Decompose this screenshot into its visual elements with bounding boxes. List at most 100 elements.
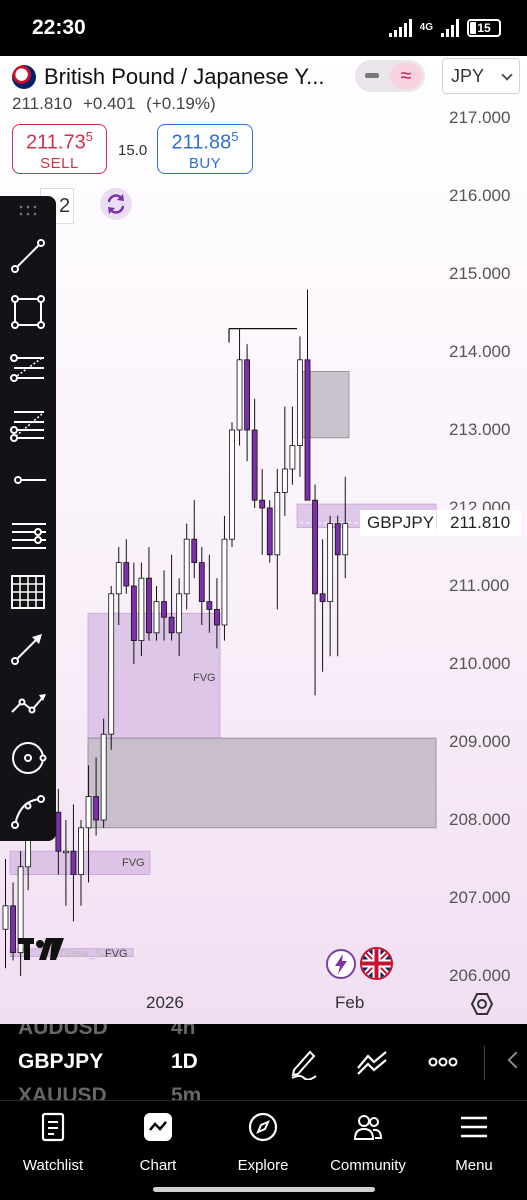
currency-select[interactable]: JPY <box>442 58 520 94</box>
sell-price: 211.73 <box>26 131 86 154</box>
minus-icon[interactable] <box>365 73 379 78</box>
candle-body <box>244 359 251 431</box>
price-change-percent: (+0.19%) <box>146 94 216 113</box>
drag-handle-icon[interactable] <box>18 204 38 218</box>
chart-icon <box>144 1113 172 1141</box>
candle-body <box>274 491 281 556</box>
replay-button[interactable] <box>100 188 132 220</box>
tool-curve[interactable] <box>6 790 50 834</box>
price-tick-label: 216.000 <box>449 186 511 205</box>
price-tick-label: 210.000 <box>449 654 511 673</box>
settings-icon[interactable] <box>470 992 494 1016</box>
chart-area[interactable]: British Pound / Japanese Y... 211.810 +0… <box>0 56 527 1024</box>
candle-body <box>281 468 288 493</box>
candle-body <box>153 601 160 634</box>
chevron-down-icon <box>501 69 513 81</box>
buy-price-pip: 5 <box>231 129 239 144</box>
candle-body <box>100 733 107 821</box>
watchlist-row-active[interactable]: GBPJPY 1D <box>18 1050 198 1074</box>
price-tick-label: 213.000 <box>449 420 511 439</box>
tool-fib-extension[interactable] <box>6 402 50 446</box>
fvg-label: FVG <box>105 948 128 960</box>
nav-label: Chart <box>139 1157 177 1174</box>
candle-body <box>221 538 228 626</box>
nav-label: Explore <box>237 1157 289 1174</box>
status-bar: 22:30 4G 15 <box>0 0 527 56</box>
candle-body <box>130 585 137 641</box>
tool-circle[interactable] <box>6 736 50 780</box>
candle-body <box>312 499 318 595</box>
more-icon[interactable] <box>425 1044 461 1080</box>
chevron-left-icon[interactable] <box>507 1051 525 1069</box>
candle-body <box>342 523 349 556</box>
candle-body <box>191 538 198 564</box>
path-icon <box>11 694 46 714</box>
pencil-icon[interactable] <box>286 1044 322 1080</box>
candle-body <box>93 796 99 821</box>
uk-flag-icon[interactable] <box>360 947 393 980</box>
candle-body <box>266 507 273 556</box>
tool-parallel-lines[interactable] <box>6 514 50 558</box>
battery-level: 15 <box>477 21 491 35</box>
home-indicator[interactable] <box>153 1187 375 1192</box>
candle-body <box>198 562 205 603</box>
sell-label: SELL <box>40 154 79 172</box>
nav-community[interactable]: Community <box>318 1111 418 1174</box>
price-tick-label: 214.000 <box>449 342 511 361</box>
candle-body <box>85 796 92 829</box>
drawings-icon[interactable] <box>354 1044 390 1080</box>
nav-label: Watchlist <box>22 1157 84 1174</box>
candle-body <box>123 562 130 587</box>
fib-retracement-icon <box>10 354 44 382</box>
nav-label: Menu <box>455 1157 493 1174</box>
watchlist-panel[interactable]: AUDUSD 4h GBPJPY 1D XAUUSD 5m <box>0 1024 527 1100</box>
price-tick-label: 208.000 <box>449 810 511 829</box>
candle-body <box>146 577 152 634</box>
symbol-header[interactable]: British Pound / Japanese Y... <box>12 64 325 90</box>
tool-grid[interactable] <box>6 570 50 614</box>
candle-body <box>63 850 69 854</box>
buy-button[interactable]: 211.885 BUY <box>157 124 253 174</box>
lightning-icon[interactable] <box>326 949 356 979</box>
tool-trend-line[interactable] <box>6 234 50 278</box>
candle-body <box>55 811 62 852</box>
nav-chart[interactable]: Chart <box>108 1111 208 1174</box>
candlestick-chart[interactable] <box>0 56 527 1024</box>
watchlist-symbol: XAUUSD <box>18 1084 107 1100</box>
watchlist-timeframe: 1D <box>171 1050 198 1073</box>
time-label: 2026 <box>146 993 184 1012</box>
tool-path[interactable] <box>6 682 50 726</box>
candle-body <box>213 609 220 626</box>
rectangle-icon <box>11 295 45 329</box>
chart-mode-toggle[interactable]: ≈ <box>355 60 425 92</box>
wave-icon[interactable]: ≈ <box>390 63 422 89</box>
candle-body <box>168 616 175 634</box>
tool-arrow-line[interactable] <box>6 626 50 670</box>
wifi-signal-icon <box>388 19 412 37</box>
nav-watchlist[interactable]: Watchlist <box>3 1111 103 1174</box>
nav-menu[interactable]: Menu <box>424 1111 524 1174</box>
candle-body <box>236 359 243 431</box>
curve-icon <box>11 795 45 829</box>
tool-horizontal-ray[interactable] <box>6 458 50 502</box>
tool-fib-retracement[interactable] <box>6 346 50 390</box>
watchlist-row[interactable]: XAUUSD 5m <box>18 1084 201 1100</box>
tool-rectangle[interactable] <box>6 290 50 334</box>
price-tick-label: 209.000 <box>449 732 511 751</box>
fib-extension-icon <box>10 411 44 442</box>
divider <box>484 1046 485 1080</box>
candle-body <box>161 601 167 618</box>
price-tick-label: 207.000 <box>449 888 511 907</box>
watchlist-row[interactable]: AUDUSD 4h <box>18 1024 196 1040</box>
refresh-icon <box>107 194 125 214</box>
symbol-title[interactable]: British Pound / Japanese Y... <box>44 64 325 90</box>
candle-body <box>2 905 9 930</box>
nav-explore[interactable]: Explore <box>213 1111 313 1174</box>
candle-body <box>297 359 303 446</box>
compass-icon <box>248 1112 278 1142</box>
drawing-toolbar[interactable] <box>0 196 56 841</box>
bottom-nav[interactable]: Watchlist Chart Explore Community Menu <box>0 1100 527 1200</box>
price-summary: 211.810 +0.401 (+0.19%) <box>12 94 222 114</box>
sell-button[interactable]: 211.735 SELL <box>12 124 107 174</box>
battery-icon: 15 <box>467 19 501 37</box>
